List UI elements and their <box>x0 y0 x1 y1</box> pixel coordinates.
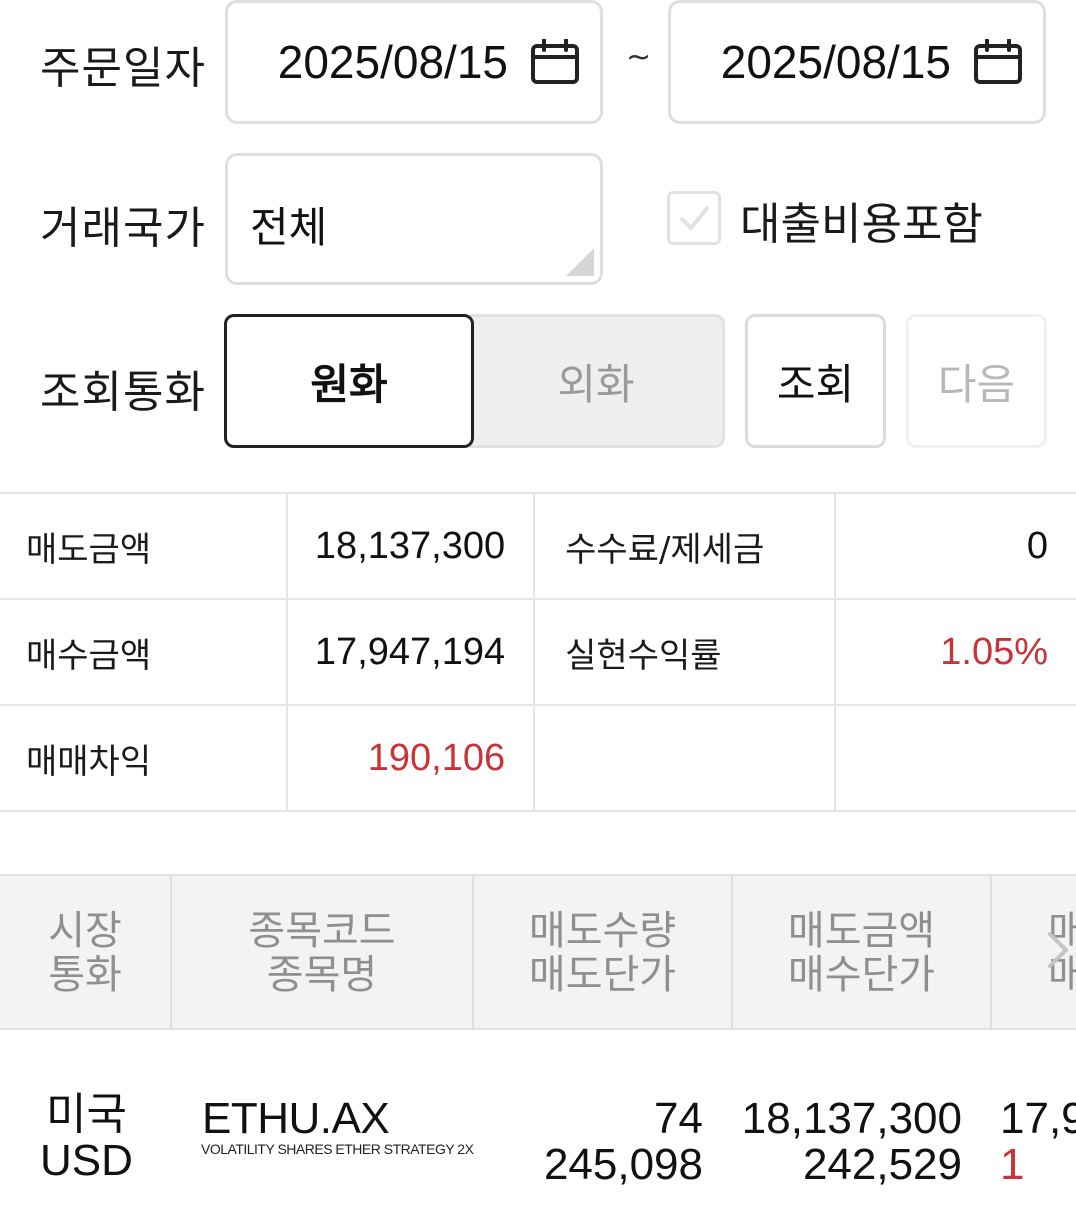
summary-table: 매도금액 18,137,300 수수료/제세금 0 매수금액 17,947,19… <box>0 492 1076 812</box>
date-from-value: 2025/08/15 <box>277 36 508 88</box>
buy-amount-cell-clipped: 17,9 1 <box>1000 1096 1076 1188</box>
date-from-field[interactable]: 2025/08/15 <box>225 0 603 124</box>
next-button[interactable]: 다음 <box>906 314 1047 448</box>
sell-amount-label: 매도금액 <box>0 492 289 600</box>
empty-cell <box>533 704 837 812</box>
country-label: 거래국가 <box>40 203 206 254</box>
buy-amount-value: 17,947,194 <box>286 598 536 706</box>
country-select[interactable]: 전체 <box>225 153 603 285</box>
chevron-right-icon[interactable] <box>1044 928 1072 972</box>
calendar-icon[interactable] <box>530 38 580 85</box>
fee-tax-label: 수수료/제세금 <box>533 492 837 600</box>
buy-price: 242,529 <box>802 1140 962 1189</box>
column-header-sell-qty[interactable]: 매도수량 매도단가 <box>474 876 733 1030</box>
realized-return-value: 1.05% <box>834 598 1076 706</box>
include-loan-label[interactable]: 대출비용포함 <box>740 188 983 252</box>
summary-row: 매도금액 18,137,300 수수료/제세금 0 <box>0 492 1076 600</box>
order-date-label: 주문일자 <box>40 43 206 94</box>
trade-grid-header: 시장 통화 종목코드 종목명 매도수량 매도단가 매도금액 매수단가 매 매 <box>0 874 1076 1030</box>
market-currency-cell: 미국 USD <box>40 1092 133 1184</box>
include-loan-checkbox[interactable] <box>667 191 721 245</box>
column-header-line: 매도수량 <box>528 908 677 954</box>
column-header-code[interactable]: 종목코드 종목명 <box>172 876 474 1030</box>
column-header-line: 매도금액 <box>787 908 936 954</box>
currency-foreign-toggle[interactable]: 외화 <box>470 314 725 448</box>
trade-pnl-label: 매매차익 <box>0 704 289 812</box>
trade-pnl-value: 190,106 <box>286 704 536 812</box>
summary-row: 매매차익 190,106 <box>0 704 1076 812</box>
column-header-line: 매도단가 <box>528 952 677 998</box>
currency-code: USD <box>40 1136 133 1185</box>
sell-amount-buy-price-cell: 18,137,300 242,529 <box>742 1096 962 1188</box>
sell-amount-value: 18,137,300 <box>286 492 536 600</box>
sell-qty-price-cell: 74 245,098 <box>544 1096 703 1188</box>
checkmark-icon <box>680 206 709 230</box>
column-header-sell-amount[interactable]: 매도금액 매수단가 <box>733 876 992 1030</box>
search-button[interactable]: 조회 <box>745 314 886 448</box>
sell-qty: 74 <box>654 1094 703 1143</box>
column-header-line: 종목코드 <box>248 908 396 954</box>
buy-amount-label: 매수금액 <box>0 598 289 706</box>
column-header-market[interactable]: 시장 통화 <box>0 876 172 1030</box>
row-buy-amount: 17,9 <box>1000 1094 1076 1143</box>
country-select-value: 전체 <box>250 203 328 252</box>
currency-label: 조회통화 <box>40 367 206 418</box>
market-name: 미국 <box>45 1089 127 1140</box>
calendar-icon[interactable] <box>973 38 1023 85</box>
column-header-line: 시장 <box>48 908 122 954</box>
stock-code: ETHU.AX <box>202 1094 390 1143</box>
table-row[interactable]: 미국 USD ETHU.AX VOLATILITY SHARES ETHER S… <box>0 1030 1076 1221</box>
dropdown-corner-icon <box>566 248 594 276</box>
currency-krw-toggle[interactable]: 원화 <box>224 314 474 448</box>
column-header-line: 매수단가 <box>787 952 936 998</box>
summary-row: 매수금액 17,947,194 실현수익률 1.05% <box>0 598 1076 706</box>
stock-name: VOLATILITY SHARES ETHER STRATEGY 2X <box>201 1141 474 1157</box>
empty-cell <box>834 704 1076 812</box>
row-sell-amount: 18,137,300 <box>741 1094 962 1143</box>
column-header-line: 통화 <box>48 952 122 998</box>
date-range-separator: ~ <box>626 40 652 75</box>
realized-return-label: 실현수익률 <box>533 598 837 706</box>
date-to-value: 2025/08/15 <box>720 36 951 88</box>
fee-tax-value: 0 <box>834 492 1076 600</box>
sell-price: 245,098 <box>543 1140 703 1189</box>
date-to-field[interactable]: 2025/08/15 <box>668 0 1046 124</box>
column-header-line: 종목명 <box>266 952 378 998</box>
row-pnl: 1 <box>1000 1140 1025 1189</box>
